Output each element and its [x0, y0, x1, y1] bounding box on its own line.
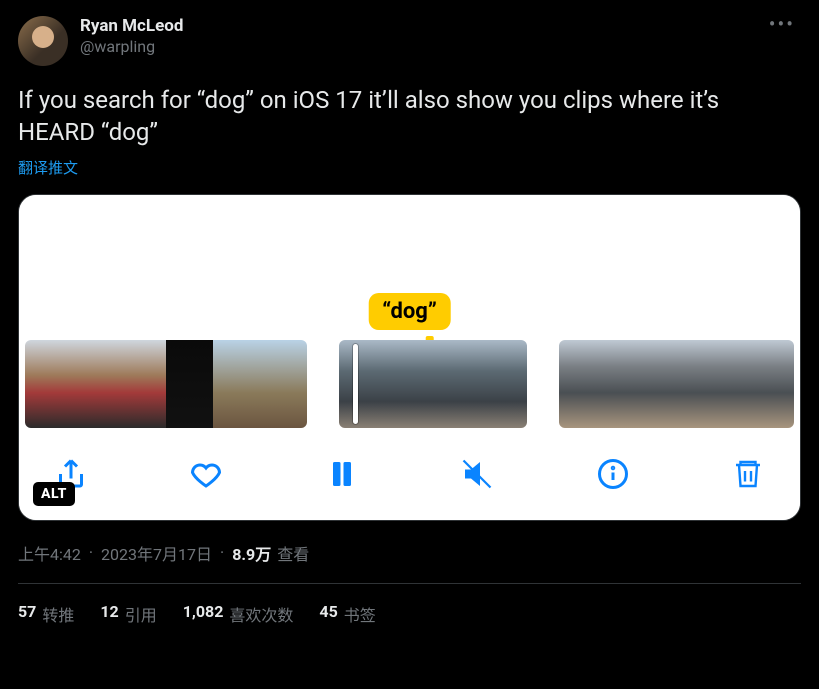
tweet-header: Ryan McLeod @warpling ••• — [18, 16, 801, 66]
video-frame — [700, 340, 747, 428]
video-frame — [480, 340, 527, 428]
video-frame — [559, 340, 606, 428]
video-frame — [653, 340, 700, 428]
tweet-text: If you search for “dog” on iOS 17 it’ll … — [18, 84, 801, 149]
views-label: 查看 — [277, 541, 309, 565]
tweet-time[interactable]: 上午4:42 — [18, 541, 81, 565]
mute-button[interactable] — [455, 452, 499, 496]
info-icon — [595, 456, 631, 492]
video-frame — [606, 340, 653, 428]
delete-button[interactable] — [726, 452, 770, 496]
stat-count: 57 — [18, 602, 36, 626]
display-name[interactable]: Ryan McLeod — [80, 16, 183, 37]
mute-icon — [459, 456, 495, 492]
tweet-meta: 上午4:42 2023年7月17日 8.9万 查看 — [18, 541, 801, 565]
separator-dot — [218, 543, 226, 562]
tweet-container: Ryan McLeod @warpling ••• If you search … — [0, 0, 819, 626]
user-handle[interactable]: @warpling — [80, 37, 183, 57]
stat-count: 45 — [319, 602, 337, 626]
video-frame — [260, 340, 307, 428]
video-frame — [119, 340, 166, 428]
stat-label: 引用 — [125, 602, 157, 626]
media-card[interactable]: “dog” — [18, 194, 801, 521]
heart-icon — [188, 456, 224, 492]
video-frame — [339, 340, 386, 428]
clip-group-2[interactable] — [339, 340, 527, 428]
video-timeline[interactable] — [19, 340, 800, 428]
like-button[interactable] — [184, 452, 228, 496]
media-whitespace: “dog” — [19, 195, 800, 340]
stat-label: 转推 — [42, 602, 74, 626]
stat-label: 喜欢次数 — [229, 602, 293, 626]
stat-count: 1,082 — [183, 602, 224, 626]
pause-icon — [324, 456, 360, 492]
timeline-playhead[interactable] — [353, 344, 358, 424]
retweets-stat[interactable]: 57 转推 — [18, 602, 74, 626]
search-term-tooltip: “dog” — [368, 293, 451, 330]
avatar[interactable] — [18, 16, 68, 66]
clip-group-3[interactable] — [559, 340, 794, 428]
stat-count: 12 — [100, 602, 118, 626]
info-button[interactable] — [591, 452, 635, 496]
video-frame — [747, 340, 794, 428]
media-toolbar — [19, 428, 800, 520]
translate-link[interactable]: 翻译推文 — [18, 157, 78, 178]
more-options-button[interactable]: ••• — [763, 12, 801, 36]
views-count[interactable]: 8.9万 — [232, 541, 271, 565]
user-block[interactable]: Ryan McLeod @warpling — [18, 16, 183, 66]
likes-stat[interactable]: 1,082 喜欢次数 — [183, 602, 294, 626]
trash-icon — [730, 456, 766, 492]
stat-label: 书签 — [344, 602, 376, 626]
video-frame — [386, 340, 433, 428]
tweet-date[interactable]: 2023年7月17日 — [101, 541, 212, 565]
video-frame — [25, 340, 72, 428]
quotes-stat[interactable]: 12 引用 — [100, 602, 156, 626]
bookmarks-stat[interactable]: 45 书签 — [319, 602, 375, 626]
separator-dot — [87, 543, 95, 562]
video-frame — [213, 340, 260, 428]
video-frame — [166, 340, 213, 428]
name-block: Ryan McLeod @warpling — [80, 16, 183, 66]
clip-group-1[interactable] — [25, 340, 307, 428]
video-frame — [433, 340, 480, 428]
pause-button[interactable] — [320, 452, 364, 496]
engagement-stats: 57 转推 12 引用 1,082 喜欢次数 45 书签 — [18, 584, 801, 626]
video-frame — [72, 340, 119, 428]
alt-text-badge[interactable]: ALT — [33, 482, 75, 506]
